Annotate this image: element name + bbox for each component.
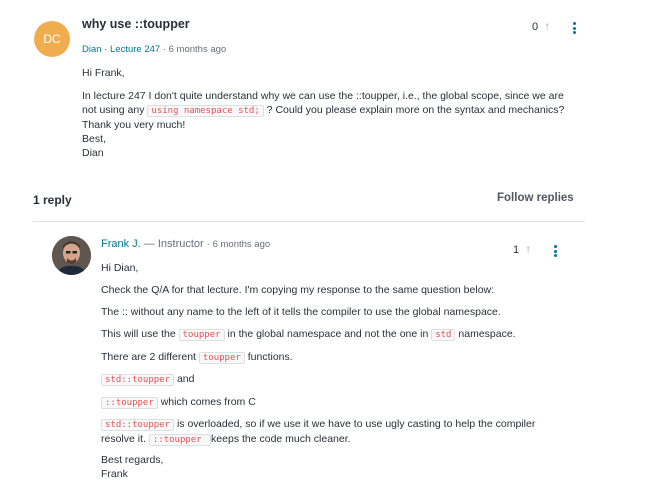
question-body-line-1: In lecture 247 I don't quite understand … bbox=[82, 90, 564, 102]
reply-paragraph: std::toupper is overloaded, so if we use… bbox=[101, 417, 571, 447]
question-greeting: Hi Frank, bbox=[82, 67, 125, 79]
reply-paragraph: The :: without any name to the left of i… bbox=[101, 306, 501, 318]
inline-code: ::toupper bbox=[101, 397, 158, 409]
question-body-text: not using any bbox=[82, 104, 148, 116]
upvote-arrow-icon[interactable]: 🠕 bbox=[545, 20, 549, 37]
question-body-line-2: not using any using namespace std; ? Cou… bbox=[82, 103, 602, 118]
instructor-badge: — Instructor bbox=[140, 238, 204, 250]
reply-text: and bbox=[174, 373, 195, 385]
upvote-arrow-icon[interactable]: 🠕 bbox=[526, 243, 530, 260]
reply-text: keeps the code much cleaner. bbox=[211, 433, 351, 445]
reply-paragraph: Check the Q/A for that lecture. I'm copy… bbox=[101, 284, 495, 296]
author-link[interactable]: Dian bbox=[82, 44, 102, 55]
question-vote-count: 0 bbox=[532, 21, 539, 33]
inline-code: ::toupper bbox=[148, 434, 212, 446]
reply-text: functions. bbox=[244, 351, 293, 363]
reply-vote-count: 1 bbox=[513, 244, 520, 256]
inline-code: std bbox=[431, 329, 456, 341]
reply-line: std::toupper is overloaded, so if we use… bbox=[101, 417, 571, 432]
reply-text: This will use the bbox=[101, 328, 179, 340]
question-body-text: ? Could you please explain more on the s… bbox=[263, 104, 565, 116]
reply-time: · 6 months ago bbox=[206, 239, 271, 250]
reply-text: which comes from C bbox=[157, 396, 256, 408]
avatar[interactable] bbox=[52, 236, 91, 275]
reply-text: namespace. bbox=[455, 328, 516, 340]
reply-text: in the global namespace and not the one … bbox=[224, 328, 432, 340]
reply-header: Frank J. — Instructor · 6 months ago bbox=[101, 238, 270, 250]
reply-text: There are 2 different bbox=[101, 351, 199, 363]
meta-separator: · bbox=[101, 44, 110, 55]
question-signature: Dian bbox=[82, 147, 104, 159]
divider bbox=[33, 221, 585, 222]
reply-paragraph: std::toupper and bbox=[101, 372, 194, 387]
reply-paragraph: ::toupper which comes from C bbox=[101, 395, 256, 410]
question-time: · 6 months ago bbox=[160, 44, 227, 55]
reply-closing: Best regards, bbox=[101, 454, 164, 466]
inline-code: using namespace std; bbox=[147, 105, 264, 117]
reply-author-link[interactable]: Frank J. bbox=[101, 238, 141, 250]
reply-text: resolve it. bbox=[101, 433, 149, 445]
reply-line: resolve it. ::toupper keeps the code muc… bbox=[101, 432, 571, 447]
avatar[interactable]: DC bbox=[34, 21, 70, 57]
inline-code: std::toupper bbox=[101, 374, 175, 386]
inline-code: toupper bbox=[178, 329, 225, 341]
question-body: In lecture 247 I don't quite understand … bbox=[82, 89, 602, 160]
inline-code: toupper bbox=[198, 352, 245, 364]
inline-code: std::toupper bbox=[101, 419, 175, 431]
reply-count: 1 reply bbox=[33, 193, 72, 207]
reply-text: is overloaded, so if we use it we have t… bbox=[174, 418, 536, 430]
reply-greeting: Hi Dian, bbox=[101, 262, 139, 274]
question-meta: Dian · Lecture 247 · 6 months ago bbox=[82, 44, 226, 55]
more-options-icon[interactable] bbox=[554, 245, 558, 259]
reply-paragraph: This will use the toupper in the global … bbox=[101, 327, 516, 342]
question-closing: Best, bbox=[82, 133, 106, 145]
reply-paragraph: There are 2 different toupper functions. bbox=[101, 350, 293, 365]
reply-signature: Frank bbox=[101, 468, 128, 480]
question-thanks: Thank you very much! bbox=[82, 119, 186, 131]
follow-replies-button[interactable]: Follow replies bbox=[497, 192, 574, 204]
question-title[interactable]: why use ::toupper bbox=[82, 17, 190, 31]
lecture-link[interactable]: Lecture 247 bbox=[110, 44, 160, 55]
more-options-icon[interactable] bbox=[573, 22, 577, 36]
instructor-photo-icon bbox=[52, 236, 91, 275]
